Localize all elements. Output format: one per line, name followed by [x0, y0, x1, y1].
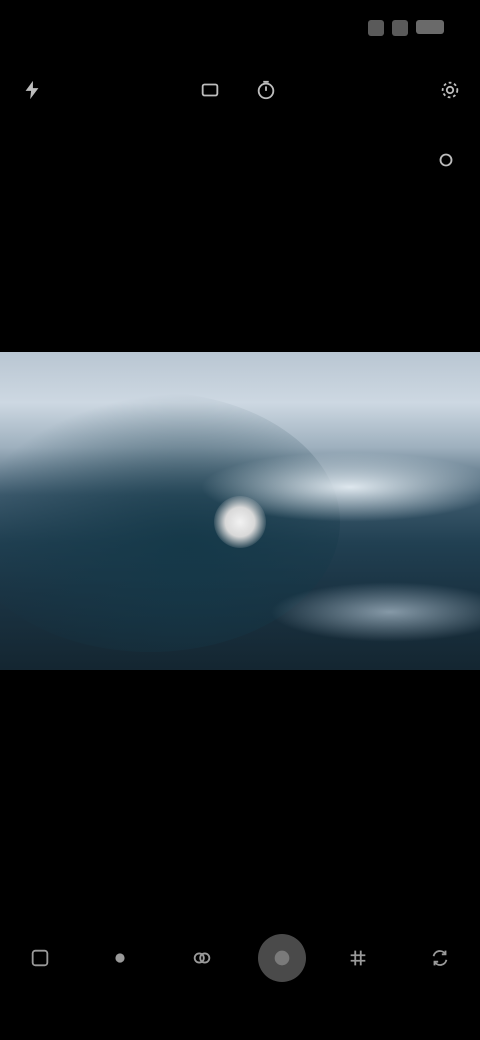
filter-button[interactable]	[182, 938, 222, 978]
aspect-ratio-icon	[201, 83, 219, 97]
signal-icon	[368, 20, 384, 36]
gallery-icon	[31, 949, 49, 967]
flash-icon	[25, 80, 39, 100]
mode-option[interactable]	[40, 816, 210, 835]
status-icons	[368, 20, 444, 36]
viewfinder-foam	[270, 582, 480, 642]
more-options-button[interactable]	[428, 142, 464, 178]
mode-grid	[0, 724, 480, 894]
grid-button[interactable]	[338, 938, 378, 978]
camera-viewfinder[interactable]	[0, 352, 480, 670]
timer-button[interactable]	[248, 72, 284, 108]
status-bar	[0, 0, 480, 60]
focus-point[interactable]	[214, 496, 266, 548]
shutter-icon	[274, 950, 290, 966]
switch-camera-button[interactable]	[420, 938, 460, 978]
settings-button[interactable]	[432, 72, 468, 108]
settings-icon	[441, 81, 459, 99]
grid-icon	[350, 950, 366, 966]
flash-button[interactable]	[14, 72, 50, 108]
sub-controls	[0, 136, 480, 186]
filter-icon	[193, 952, 211, 964]
mode-option[interactable]	[280, 816, 450, 835]
bottom-bar	[0, 920, 480, 1000]
wifi-icon	[392, 20, 408, 36]
top-controls	[0, 66, 480, 126]
mode-option[interactable]	[40, 724, 210, 743]
effects-button[interactable]	[100, 938, 140, 978]
shutter-button[interactable]	[258, 934, 306, 982]
effects-icon	[115, 953, 125, 963]
aspect-ratio-button[interactable]	[192, 72, 228, 108]
switch-camera-icon	[432, 950, 448, 966]
mode-option[interactable]	[280, 724, 450, 743]
gallery-button[interactable]	[20, 938, 60, 978]
battery-icon	[416, 20, 444, 34]
timer-icon	[257, 80, 275, 100]
more-options-icon	[439, 153, 453, 167]
